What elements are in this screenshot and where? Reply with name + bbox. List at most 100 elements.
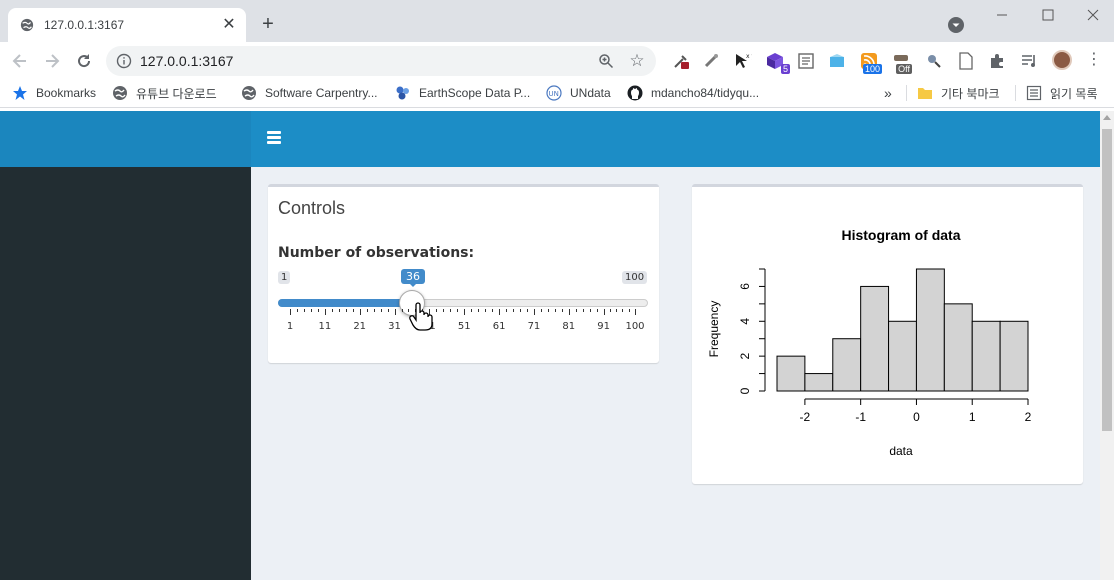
slider-minor-tick xyxy=(506,309,508,312)
scroll-thumb[interactable] xyxy=(1102,129,1112,431)
observations-label: Number of observations: xyxy=(278,245,475,261)
reading-list-button[interactable]: 읽기 목록 xyxy=(1015,85,1098,101)
extension-cursor-icon[interactable]: x y xyxy=(734,52,755,70)
tab-close-button[interactable]: ✕ xyxy=(220,16,238,34)
tab-search-icon[interactable] xyxy=(948,17,964,33)
y-tick-label: 4 xyxy=(738,318,752,325)
slider-bar xyxy=(278,299,412,307)
histogram-bar xyxy=(832,338,862,392)
x-tick-label: 1 xyxy=(969,410,976,424)
extension-page-icon[interactable] xyxy=(957,52,975,70)
bookmark-item-software-carpentry[interactable]: Software Carpentry... xyxy=(241,85,378,101)
controls-box: Controls Number of observations: 1 100 3… xyxy=(268,184,659,363)
more-menu-icon[interactable]: ⋮ xyxy=(1086,52,1102,68)
new-tab-button[interactable]: + xyxy=(258,14,278,34)
controls-title: Controls xyxy=(278,198,346,218)
y-tick-label: 2 xyxy=(738,352,752,359)
forward-arrow-icon[interactable] xyxy=(42,51,62,71)
reload-icon[interactable] xyxy=(74,51,94,71)
extension-search-person-icon[interactable] xyxy=(925,52,943,70)
bookmark-item-earthscope[interactable]: EarthScope Data P... xyxy=(395,85,530,101)
info-icon[interactable] xyxy=(116,53,132,69)
slider-minor-tick xyxy=(554,309,556,312)
bookmark-item-tidyquant[interactable]: mdancho84/tidyqu... xyxy=(627,85,759,101)
slider-minor-tick xyxy=(540,309,542,312)
x-axis-label: data xyxy=(889,444,913,458)
x-tick-label: 2 xyxy=(1025,410,1032,424)
y-tick-label: 6 xyxy=(738,283,752,290)
extension-toggle-icon[interactable]: Off xyxy=(892,52,912,74)
extension-rss-icon[interactable]: 100 xyxy=(860,52,882,74)
slider-minor-tick xyxy=(526,309,528,312)
reading-list-icon xyxy=(1026,85,1042,101)
bookmarks-overflow-button[interactable]: » xyxy=(884,85,892,101)
y-tick-label: 0 xyxy=(738,387,752,394)
slider-tick-label: 71 xyxy=(527,321,541,332)
svg-text:x y: x y xyxy=(746,53,752,60)
browser-toolbar: 127.0.0.1:3167 ☆ x y 5 100 Off xyxy=(0,42,1114,78)
bookmark-item-youtube-download[interactable]: 유튜브 다운로드 xyxy=(112,85,217,101)
hamburger-menu-icon[interactable] xyxy=(267,131,281,145)
slider-minor-tick xyxy=(317,309,319,312)
bookmark-label: Software Carpentry... xyxy=(265,86,378,100)
zoom-icon[interactable] xyxy=(598,53,614,69)
address-bar[interactable]: 127.0.0.1:3167 ☆ xyxy=(106,46,656,76)
extension-cube-icon[interactable]: 5 xyxy=(766,52,790,74)
media-control-icon[interactable] xyxy=(1020,52,1038,70)
slider-tick xyxy=(324,309,326,315)
slider-minor-tick xyxy=(513,309,515,312)
slider-minor-tick xyxy=(609,309,611,312)
bookmarks-bar: Bookmarks 유튜브 다운로드 Software Carpentry...… xyxy=(0,78,1114,108)
globe-icon xyxy=(113,86,127,100)
bookmark-label: Bookmarks xyxy=(36,86,97,100)
slider-tick xyxy=(635,309,636,315)
slider-tick-label: 81 xyxy=(562,321,576,332)
extensions-puzzle-icon[interactable] xyxy=(988,52,1006,70)
url-text: 127.0.0.1:3167 xyxy=(140,53,234,69)
extension-brush-icon[interactable] xyxy=(702,52,720,70)
maximize-icon xyxy=(1042,9,1054,21)
slider-minor-tick xyxy=(401,309,403,312)
extension-book-icon[interactable] xyxy=(828,52,846,70)
slider-minor-tick xyxy=(373,309,375,312)
close-icon xyxy=(1087,9,1099,21)
profile-avatar[interactable] xyxy=(1052,50,1072,70)
slider-minor-tick xyxy=(589,309,591,312)
browser-tab[interactable]: 127.0.0.1:3167 ✕ xyxy=(8,8,246,42)
slider-minor-tick xyxy=(485,309,487,312)
slider-minor-tick xyxy=(338,309,340,312)
slider-minor-tick xyxy=(471,309,473,312)
bookmark-folder-other[interactable]: 기타 북마크 xyxy=(906,85,1000,101)
bookmark-item-undata[interactable]: UN UNdata xyxy=(546,85,611,101)
slider-max-label: 100 xyxy=(622,271,648,284)
extension-document-icon[interactable] xyxy=(797,52,815,70)
slider-minor-tick xyxy=(492,309,494,312)
slider-minor-tick xyxy=(296,309,298,312)
extension-eyedropper-icon[interactable] xyxy=(672,52,690,70)
scroll-up-arrow-icon[interactable] xyxy=(1103,115,1111,120)
undata-icon: UN xyxy=(546,85,562,101)
hand-cursor-icon xyxy=(409,302,433,331)
slider-tick xyxy=(290,309,291,315)
histogram-bar xyxy=(999,320,1029,392)
x-tick-label: -1 xyxy=(855,410,866,424)
bookmark-item-bookmarks[interactable]: Bookmarks xyxy=(12,85,96,101)
slider-minor-tick xyxy=(450,309,452,312)
slider-tick-label: 51 xyxy=(457,321,471,332)
slider-minor-tick xyxy=(457,309,459,312)
minimize-button[interactable] xyxy=(990,6,1014,26)
slider-tick-label: 21 xyxy=(353,321,367,332)
maximize-button[interactable] xyxy=(1036,6,1060,26)
slider-tick xyxy=(464,309,466,315)
slider-minor-tick xyxy=(575,309,577,312)
earthscope-icon xyxy=(396,86,409,100)
bookmark-star-icon[interactable]: ☆ xyxy=(628,52,646,70)
close-window-button[interactable] xyxy=(1081,6,1105,26)
histogram-bar xyxy=(860,285,890,392)
page-scrollbar[interactable] xyxy=(1100,111,1114,580)
minimize-icon xyxy=(997,14,1007,16)
logo-area xyxy=(0,111,251,167)
x-tick-label: -2 xyxy=(800,410,811,424)
slider-minor-tick xyxy=(436,309,438,312)
back-arrow-icon[interactable] xyxy=(10,51,30,71)
